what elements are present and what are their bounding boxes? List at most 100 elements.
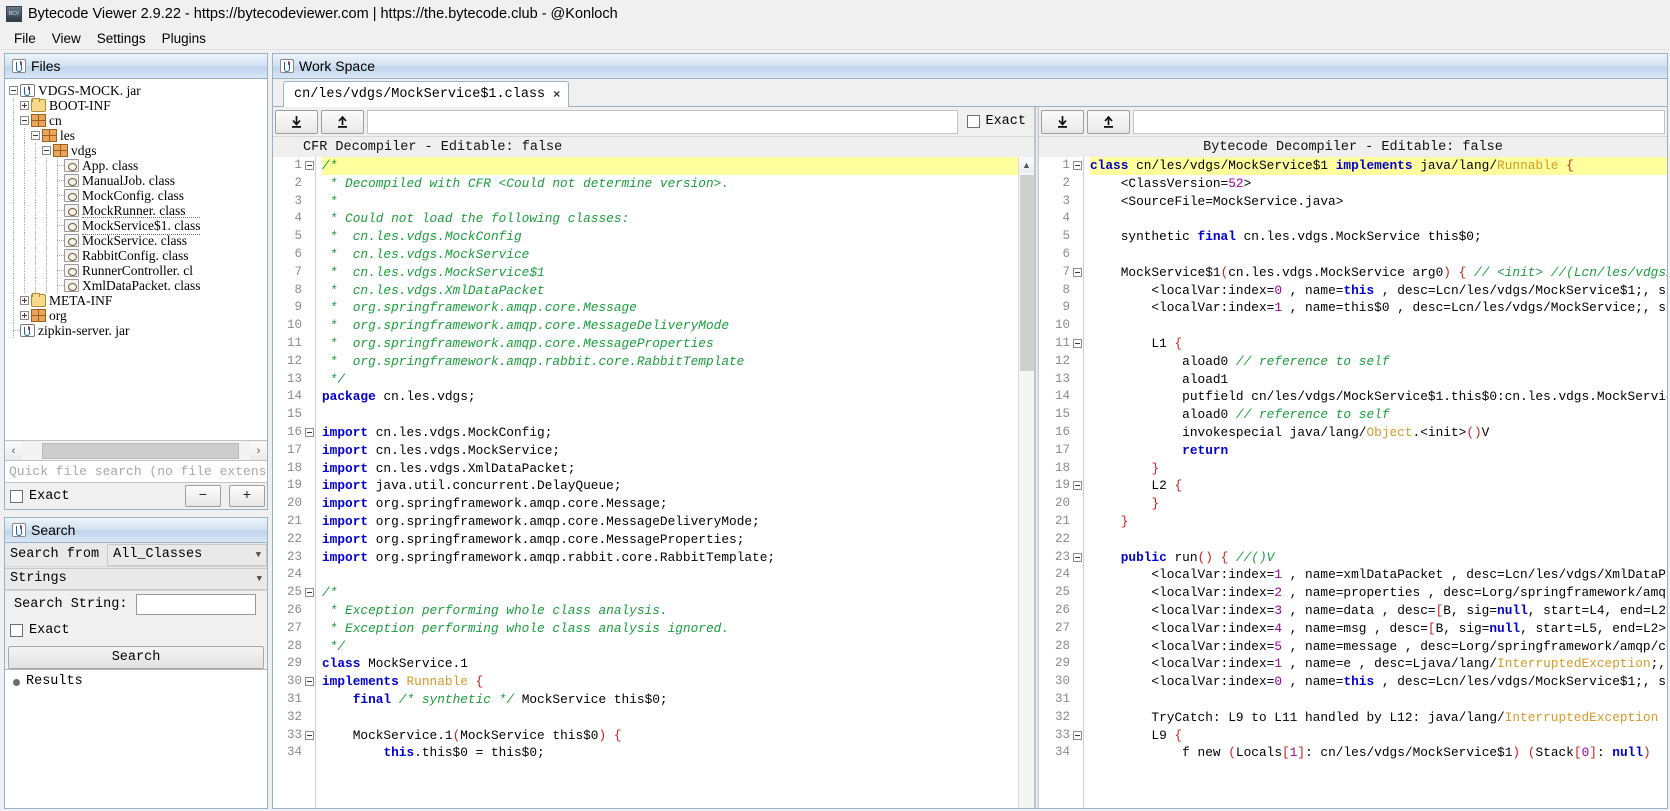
search-exact-checkbox[interactable] <box>10 623 23 637</box>
tree-node[interactable]: org <box>9 308 267 323</box>
download-icon[interactable] <box>275 109 318 134</box>
font-increase-button[interactable]: + <box>229 485 265 507</box>
fold-toggle-icon[interactable] <box>1073 267 1082 277</box>
search-button[interactable]: Search <box>8 646 264 669</box>
tree-indent-guide <box>9 308 20 323</box>
tree-node[interactable]: RabbitConfig. class <box>9 248 267 263</box>
search-exact-label: Exact <box>29 622 70 638</box>
line-number: 29 <box>286 656 302 671</box>
workspace-tabstrip: cn/les/vdgs/MockService$1.class × <box>273 79 1667 107</box>
cfr-exact-checkbox[interactable] <box>967 115 981 128</box>
code-token: [ <box>1282 745 1290 761</box>
fold-toggle-icon[interactable] <box>1073 481 1082 491</box>
code-token: * cn.les.vdgs.MockConfig <box>322 229 522 245</box>
code-token: /* <box>322 585 338 601</box>
files-exact-checkbox[interactable] <box>10 489 23 503</box>
tree-node[interactable]: ManualJob. class <box>9 173 267 188</box>
code-line: <localVar:index=3 , name=data , desc=[B,… <box>1090 602 1667 620</box>
code-line: */ <box>322 371 1034 389</box>
code-token: [ <box>1573 745 1582 761</box>
code-token: L2 <box>1090 478 1175 494</box>
upload-icon[interactable] <box>321 109 364 134</box>
hscroll-thumb[interactable] <box>42 442 239 459</box>
menu-settings[interactable]: Settings <box>89 29 154 48</box>
tree-node[interactable]: App. class <box>9 158 267 173</box>
collapse-icon[interactable] <box>42 146 51 155</box>
tree-node[interactable]: cn <box>9 113 267 128</box>
file-tree[interactable]: VDGS-MOCK. jar BOOT-INF cn les vdgs App. clas… <box>5 79 267 440</box>
collapse-icon[interactable] <box>31 131 40 140</box>
code-token: /* synthetic */ <box>398 691 515 707</box>
tree-node[interactable]: MockService. class <box>9 233 267 248</box>
code-token: */ <box>322 638 346 654</box>
editor-split: Exact CFR Decompiler - Editable: false 1… <box>273 107 1667 808</box>
download-icon[interactable] <box>1041 109 1084 134</box>
quick-file-search-input[interactable]: Quick file search (no file extens <box>5 460 267 482</box>
tree-node[interactable]: RunnerController. cl <box>9 263 267 278</box>
menu-file[interactable]: File <box>6 29 44 48</box>
code-line: <localVar:index=0 , name=this , desc=Lcn… <box>1090 282 1667 300</box>
hscroll-right-arrow-icon[interactable]: › <box>250 441 267 460</box>
code-token: * cn.les.vdgs.XmlDataPacket <box>322 282 545 298</box>
search-string-input[interactable] <box>136 593 257 615</box>
menu-view[interactable]: View <box>44 29 89 48</box>
code-token: org.springframework.amqp.core.Message; <box>368 496 668 512</box>
cfr-search-input[interactable] <box>367 109 959 134</box>
cfr-vertical-scrollbar[interactable]: ▲ <box>1018 157 1034 808</box>
tree-node[interactable]: les <box>9 128 267 143</box>
tree-node[interactable]: VDGS-MOCK. jar <box>9 83 267 98</box>
menu-plugins[interactable]: Plugins <box>154 29 214 48</box>
hscroll-left-arrow-icon[interactable]: ‹ <box>5 441 22 460</box>
cfr-exact-toggle[interactable]: Exact <box>961 114 1032 129</box>
tree-node[interactable]: zipkin-server. jar <box>9 323 267 338</box>
upload-icon[interactable] <box>1087 109 1130 134</box>
code-line: class cn/les/vdgs/MockService$1 implemen… <box>1090 157 1667 175</box>
code-token: * org.springframework.amqp.core.Message <box>322 300 637 316</box>
line-number: 3 <box>1062 193 1070 208</box>
code-token: aload1 <box>1090 371 1229 387</box>
fold-toggle-icon[interactable] <box>1073 730 1082 740</box>
code-token: // <init> //(Lcn/les/vdgs/MockService <box>1474 264 1667 280</box>
fold-toggle-icon[interactable] <box>1073 338 1082 348</box>
tree-node[interactable]: MockService$1. class <box>9 216 267 235</box>
scroll-up-arrow-icon[interactable]: ▲ <box>1019 157 1034 173</box>
tab-mockservice1-class[interactable]: cn/les/vdgs/MockService$1.class × <box>283 81 570 107</box>
bytecode-search-input[interactable] <box>1133 109 1665 134</box>
fold-toggle-icon[interactable] <box>305 161 314 170</box>
file-tree-hscrollbar[interactable]: ‹ › <box>5 440 267 460</box>
expand-icon[interactable] <box>20 101 29 110</box>
tree-node[interactable]: META-INF <box>9 293 267 308</box>
code-token: import <box>322 549 369 565</box>
code-token: import <box>322 424 369 440</box>
fold-toggle-icon[interactable] <box>305 677 314 687</box>
fold-toggle-icon[interactable] <box>305 427 314 437</box>
fold-toggle-icon[interactable] <box>305 588 314 598</box>
code-line: * cn.les.vdgs.MockConfig <box>322 228 1034 246</box>
hscroll-track[interactable] <box>22 441 250 460</box>
tree-node[interactable]: BOOT-INF <box>9 98 267 113</box>
collapse-icon[interactable] <box>9 86 18 95</box>
code-token: Object <box>1366 424 1413 440</box>
bytecode-source-code[interactable]: class cn/les/vdgs/MockService$1 implemen… <box>1084 157 1667 808</box>
fold-toggle-icon[interactable] <box>1073 552 1082 562</box>
search-results-tree[interactable]: Results <box>5 669 267 808</box>
jar-icon <box>20 324 35 337</box>
code-token: V <box>1481 424 1490 440</box>
collapse-icon[interactable] <box>20 116 29 125</box>
cfr-source-code[interactable]: /* * Decompiled with CFR <Could not dete… <box>316 157 1034 808</box>
code-line: } <box>1090 495 1667 513</box>
search-type-dropdown[interactable]: Strings ▼ <box>5 567 267 590</box>
expand-icon[interactable] <box>20 311 29 320</box>
font-decrease-button[interactable]: − <box>185 485 221 507</box>
fold-toggle-icon[interactable] <box>305 730 314 740</box>
search-from-dropdown[interactable]: All_Classes ▼ <box>107 543 267 566</box>
tree-node[interactable]: MockConfig. class <box>9 188 267 203</box>
cfr-scroll-thumb[interactable] <box>1020 175 1034 371</box>
tree-node[interactable]: XmlDataPacket. class <box>9 278 267 293</box>
tree-node[interactable]: vdgs <box>9 143 267 158</box>
close-icon[interactable]: × <box>553 89 560 101</box>
code-token: 0 <box>1274 282 1282 298</box>
fold-toggle-icon[interactable] <box>1073 161 1082 170</box>
tree-indent-elbow <box>53 278 64 293</box>
expand-icon[interactable] <box>20 296 29 305</box>
